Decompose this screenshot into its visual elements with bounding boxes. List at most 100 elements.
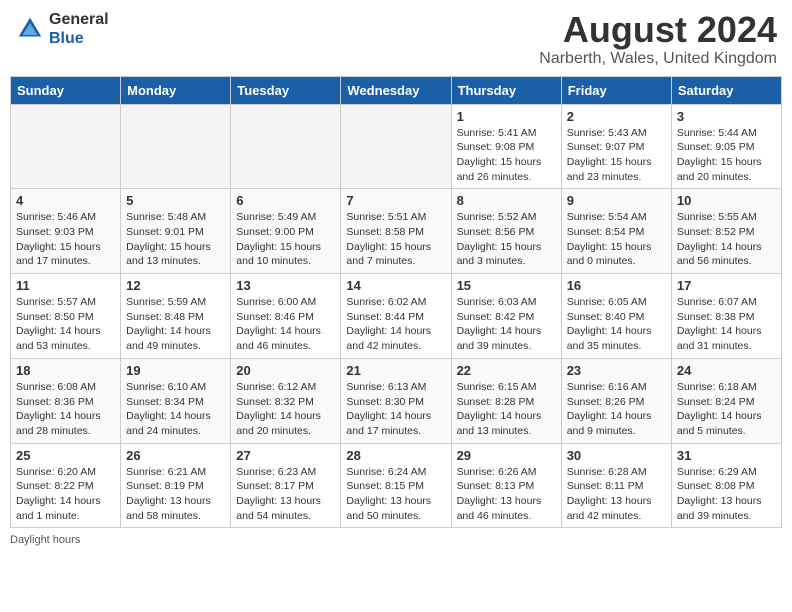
day-number: 25 xyxy=(16,448,115,463)
calendar-header-row: SundayMondayTuesdayWednesdayThursdayFrid… xyxy=(11,76,782,104)
logo-text: General Blue xyxy=(49,10,109,48)
day-info: Sunrise: 6:24 AM Sunset: 8:15 PM Dayligh… xyxy=(346,465,445,524)
day-number: 21 xyxy=(346,363,445,378)
calendar-cell: 28 Sunrise: 6:24 AM Sunset: 8:15 PM Dayli… xyxy=(341,443,451,528)
day-info: Sunrise: 5:52 AM Sunset: 8:56 PM Dayligh… xyxy=(457,210,556,269)
calendar: SundayMondayTuesdayWednesdayThursdayFrid… xyxy=(10,76,782,529)
day-info: Sunrise: 6:29 AM Sunset: 8:08 PM Dayligh… xyxy=(677,465,776,524)
calendar-cell xyxy=(341,104,451,189)
day-info: Sunrise: 6:20 AM Sunset: 8:22 PM Dayligh… xyxy=(16,465,115,524)
calendar-week-4: 18 Sunrise: 6:08 AM Sunset: 8:36 PM Dayli… xyxy=(11,358,782,443)
calendar-cell: 25 Sunrise: 6:20 AM Sunset: 8:22 PM Dayli… xyxy=(11,443,121,528)
calendar-header-thursday: Thursday xyxy=(451,76,561,104)
day-info: Sunrise: 5:55 AM Sunset: 8:52 PM Dayligh… xyxy=(677,210,776,269)
day-info: Sunrise: 5:44 AM Sunset: 9:05 PM Dayligh… xyxy=(677,126,776,185)
day-number: 18 xyxy=(16,363,115,378)
day-number: 13 xyxy=(236,278,335,293)
day-number: 17 xyxy=(677,278,776,293)
calendar-cell: 31 Sunrise: 6:29 AM Sunset: 8:08 PM Dayli… xyxy=(671,443,781,528)
day-info: Sunrise: 6:08 AM Sunset: 8:36 PM Dayligh… xyxy=(16,380,115,439)
day-info: Sunrise: 5:59 AM Sunset: 8:48 PM Dayligh… xyxy=(126,295,225,354)
day-info: Sunrise: 6:07 AM Sunset: 8:38 PM Dayligh… xyxy=(677,295,776,354)
day-number: 4 xyxy=(16,193,115,208)
day-number: 20 xyxy=(236,363,335,378)
calendar-cell xyxy=(11,104,121,189)
day-info: Sunrise: 6:12 AM Sunset: 8:32 PM Dayligh… xyxy=(236,380,335,439)
calendar-header-wednesday: Wednesday xyxy=(341,76,451,104)
calendar-week-5: 25 Sunrise: 6:20 AM Sunset: 8:22 PM Dayli… xyxy=(11,443,782,528)
day-number: 31 xyxy=(677,448,776,463)
day-number: 2 xyxy=(567,109,666,124)
day-info: Sunrise: 5:43 AM Sunset: 9:07 PM Dayligh… xyxy=(567,126,666,185)
calendar-cell xyxy=(121,104,231,189)
calendar-cell: 12Sunrise: 5:59 AM Sunset: 8:48 PM Dayli… xyxy=(121,274,231,359)
day-info: Sunrise: 5:54 AM Sunset: 8:54 PM Dayligh… xyxy=(567,210,666,269)
calendar-week-3: 11 Sunrise: 5:57 AM Sunset: 8:50 PM Dayli… xyxy=(11,274,782,359)
day-info: Sunrise: 5:51 AM Sunset: 8:58 PM Dayligh… xyxy=(346,210,445,269)
day-number: 5 xyxy=(126,193,225,208)
title-block: August 2024 Narberth, Wales, United King… xyxy=(539,10,777,68)
day-number: 9 xyxy=(567,193,666,208)
logo: General Blue xyxy=(15,10,109,48)
calendar-cell: 20 Sunrise: 6:12 AM Sunset: 8:32 PM Dayli… xyxy=(231,358,341,443)
month-title: August 2024 xyxy=(539,10,777,50)
day-info: Sunrise: 6:13 AM Sunset: 8:30 PM Dayligh… xyxy=(346,380,445,439)
calendar-cell: 16 Sunrise: 6:05 AM Sunset: 8:40 PM Dayli… xyxy=(561,274,671,359)
day-info: Sunrise: 5:41 AM Sunset: 9:08 PM Dayligh… xyxy=(457,126,556,185)
day-number: 28 xyxy=(346,448,445,463)
calendar-cell xyxy=(231,104,341,189)
day-number: 30 xyxy=(567,448,666,463)
calendar-cell: 23 Sunrise: 6:16 AM Sunset: 8:26 PM Dayli… xyxy=(561,358,671,443)
day-number: 27 xyxy=(236,448,335,463)
day-info: Sunrise: 6:21 AM Sunset: 8:19 PM Dayligh… xyxy=(126,465,225,524)
calendar-cell: 26 Sunrise: 6:21 AM Sunset: 8:19 PM Dayli… xyxy=(121,443,231,528)
day-info: Sunrise: 6:05 AM Sunset: 8:40 PM Dayligh… xyxy=(567,295,666,354)
day-info: Sunrise: 6:03 AM Sunset: 8:42 PM Dayligh… xyxy=(457,295,556,354)
calendar-cell: 1 Sunrise: 5:41 AM Sunset: 9:08 PM Daylig… xyxy=(451,104,561,189)
day-number: 23 xyxy=(567,363,666,378)
calendar-header-sunday: Sunday xyxy=(11,76,121,104)
calendar-cell: 4 Sunrise: 5:46 AM Sunset: 9:03 PM Daylig… xyxy=(11,189,121,274)
calendar-cell: 17 Sunrise: 6:07 AM Sunset: 8:38 PM Dayli… xyxy=(671,274,781,359)
day-number: 26 xyxy=(126,448,225,463)
calendar-cell: 19Sunrise: 6:10 AM Sunset: 8:34 PM Dayli… xyxy=(121,358,231,443)
calendar-header-tuesday: Tuesday xyxy=(231,76,341,104)
day-number: 10 xyxy=(677,193,776,208)
day-info: Sunrise: 6:10 AM Sunset: 8:34 PM Dayligh… xyxy=(126,380,225,439)
calendar-week-2: 4 Sunrise: 5:46 AM Sunset: 9:03 PM Daylig… xyxy=(11,189,782,274)
day-number: 1 xyxy=(457,109,556,124)
day-info: Sunrise: 6:18 AM Sunset: 8:24 PM Dayligh… xyxy=(677,380,776,439)
calendar-cell: 9 Sunrise: 5:54 AM Sunset: 8:54 PM Daylig… xyxy=(561,189,671,274)
calendar-header-monday: Monday xyxy=(121,76,231,104)
day-info: Sunrise: 5:48 AM Sunset: 9:01 PM Dayligh… xyxy=(126,210,225,269)
calendar-cell: 15 Sunrise: 6:03 AM Sunset: 8:42 PM Dayli… xyxy=(451,274,561,359)
calendar-cell: 30Sunrise: 6:28 AM Sunset: 8:11 PM Dayli… xyxy=(561,443,671,528)
day-info: Sunrise: 5:49 AM Sunset: 9:00 PM Dayligh… xyxy=(236,210,335,269)
day-number: 16 xyxy=(567,278,666,293)
calendar-cell: 6Sunrise: 5:49 AM Sunset: 9:00 PM Daylig… xyxy=(231,189,341,274)
page-header: General Blue August 2024 Narberth, Wales… xyxy=(10,10,782,68)
logo-icon xyxy=(15,14,45,44)
day-info: Sunrise: 5:46 AM Sunset: 9:03 PM Dayligh… xyxy=(16,210,115,269)
day-info: Sunrise: 6:23 AM Sunset: 8:17 PM Dayligh… xyxy=(236,465,335,524)
day-info: Sunrise: 6:16 AM Sunset: 8:26 PM Dayligh… xyxy=(567,380,666,439)
calendar-cell: 24 Sunrise: 6:18 AM Sunset: 8:24 PM Dayli… xyxy=(671,358,781,443)
day-number: 15 xyxy=(457,278,556,293)
calendar-cell: 14Sunrise: 6:02 AM Sunset: 8:44 PM Dayli… xyxy=(341,274,451,359)
day-number: 7 xyxy=(346,193,445,208)
day-info: Sunrise: 5:57 AM Sunset: 8:50 PM Dayligh… xyxy=(16,295,115,354)
calendar-cell: 13 Sunrise: 6:00 AM Sunset: 8:46 PM Dayli… xyxy=(231,274,341,359)
day-number: 24 xyxy=(677,363,776,378)
footer-note: Daylight hours xyxy=(10,534,782,546)
calendar-cell: 11 Sunrise: 5:57 AM Sunset: 8:50 PM Dayli… xyxy=(11,274,121,359)
calendar-cell: 27 Sunrise: 6:23 AM Sunset: 8:17 PM Dayli… xyxy=(231,443,341,528)
day-number: 11 xyxy=(16,278,115,293)
day-number: 22 xyxy=(457,363,556,378)
calendar-cell: 18 Sunrise: 6:08 AM Sunset: 8:36 PM Dayli… xyxy=(11,358,121,443)
calendar-header-saturday: Saturday xyxy=(671,76,781,104)
day-info: Sunrise: 6:00 AM Sunset: 8:46 PM Dayligh… xyxy=(236,295,335,354)
calendar-cell: 8Sunrise: 5:52 AM Sunset: 8:56 PM Daylig… xyxy=(451,189,561,274)
day-number: 29 xyxy=(457,448,556,463)
day-number: 14 xyxy=(346,278,445,293)
day-info: Sunrise: 6:15 AM Sunset: 8:28 PM Dayligh… xyxy=(457,380,556,439)
